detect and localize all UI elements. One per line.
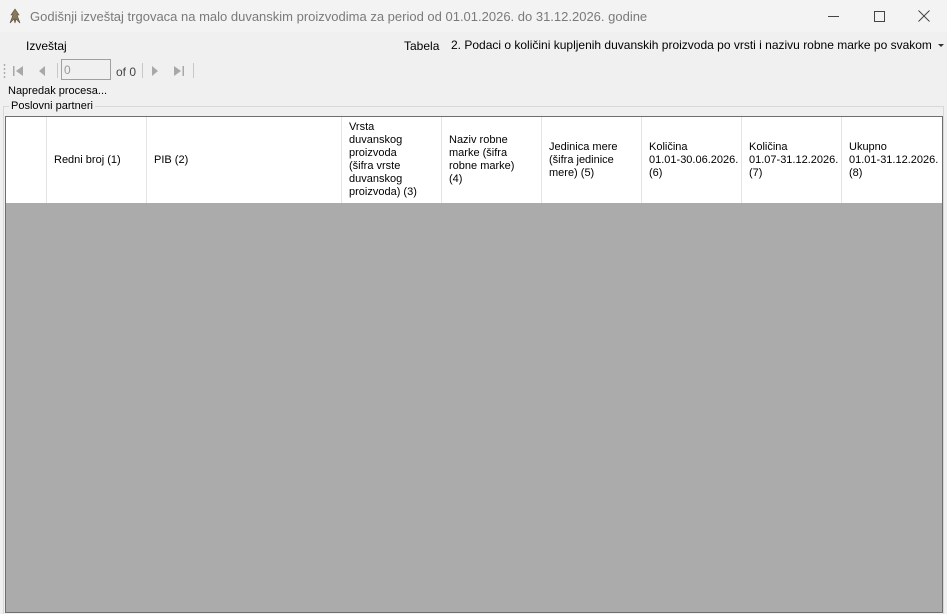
grid-header-row: Redni broj (1) PIB (2) Vrsta duvanskog p… (6, 117, 942, 203)
column-header-kolicina-h2[interactable]: Količina 01.07-31.12.2026. (7) (742, 117, 842, 203)
column-header-ukupno[interactable]: Ukupno 01.01-31.12.2026. (8) (842, 117, 942, 203)
column-header-redni-broj[interactable]: Redni broj (1) (47, 117, 147, 203)
next-page-button[interactable] (146, 62, 164, 80)
partners-data-grid[interactable]: Redni broj (1) PIB (2) Vrsta duvanskog p… (5, 116, 943, 613)
minimize-icon (827, 15, 839, 17)
app-icon (9, 8, 21, 24)
page-number-input[interactable] (61, 59, 111, 80)
previous-page-button[interactable] (33, 62, 51, 80)
column-header-kolicina-h1[interactable]: Količina 01.01-30.06.2026. (6) (642, 117, 742, 203)
first-page-button[interactable] (9, 62, 27, 80)
toolbar-separator (57, 63, 58, 78)
column-header-jedinica-mere[interactable]: Jedinica mere (šifra jedinice mere) (5) (542, 117, 642, 203)
column-header-pib[interactable]: PIB (2) (147, 117, 342, 203)
progress-label: Napredak procesa... (8, 85, 108, 97)
tabela-label: Tabela (404, 39, 440, 53)
maximize-button[interactable] (856, 0, 902, 32)
last-page-icon (174, 66, 184, 76)
window-title: Godišnji izveštaj trgovaca na malo duvan… (30, 9, 648, 24)
tabela-selected-value: 2. Podaci o količini kupljenih duvanskih… (451, 38, 931, 52)
menu-izvestaj[interactable]: Izveštaj (26, 39, 67, 53)
partners-group-title: Poslovni partneri (9, 100, 95, 112)
title-bar: Godišnji izveštaj trgovaca na malo duvan… (0, 0, 947, 32)
first-page-icon (13, 66, 23, 76)
report-navigator-toolbar: of 0 (0, 58, 947, 84)
toolbar-separator (142, 63, 143, 78)
row-header-corner[interactable] (6, 117, 47, 203)
minimize-button[interactable] (810, 0, 856, 32)
report-window: Godišnji izveštaj trgovaca na malo duvan… (0, 0, 947, 614)
close-icon (918, 10, 930, 22)
maximize-icon (873, 10, 885, 22)
column-header-vrsta-proizvoda[interactable]: Vrsta duvanskog proizvoda (šifra vrste d… (342, 117, 442, 203)
toolbar-separator (193, 63, 194, 78)
close-button[interactable] (901, 0, 947, 32)
previous-page-icon (39, 66, 45, 76)
column-header-naziv-robne-marke[interactable]: Naziv robne marke (šifra robne marke) (4… (442, 117, 542, 203)
tabela-dropdown[interactable]: 2. Podaci o količini kupljenih duvanskih… (447, 34, 947, 56)
page-count-label: of 0 (116, 65, 137, 79)
toolbar-grip-icon (3, 64, 6, 78)
chevron-down-icon (938, 44, 944, 47)
last-page-button[interactable] (170, 62, 188, 80)
next-page-icon (152, 66, 158, 76)
